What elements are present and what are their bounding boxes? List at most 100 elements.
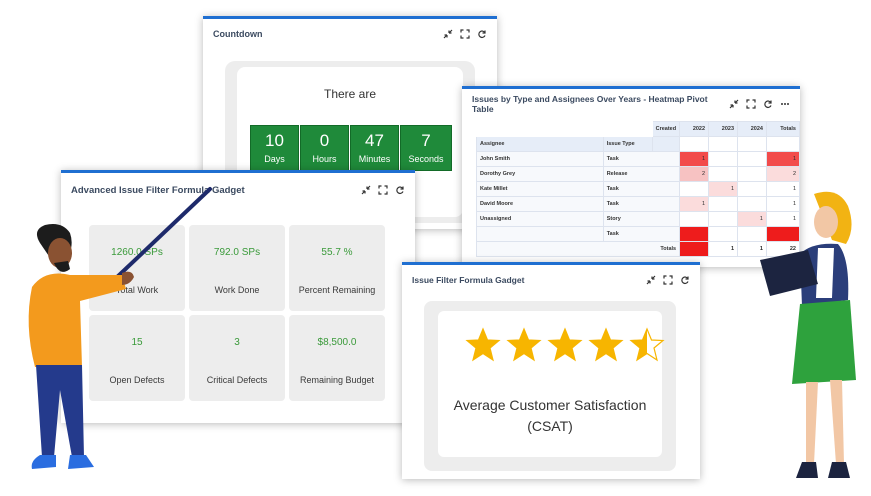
man-shoe-right	[68, 455, 94, 469]
total-cell: 2	[765, 166, 801, 182]
gadget-title: Countdown	[213, 29, 263, 39]
issue-type-header: Issue Type	[602, 136, 653, 152]
metric-tile-percent-remaining: 55.7 % Percent Remaining	[289, 225, 385, 311]
heat-cell: 2	[679, 166, 710, 182]
heat-cell	[679, 181, 710, 197]
csat-panel: Average Customer Satisfaction (CSAT)	[424, 301, 676, 471]
collapse-icon[interactable]	[361, 185, 371, 195]
seconds-label: Seconds	[408, 154, 444, 164]
table-header-row: Created 2022 2023 2024 Totals	[476, 121, 801, 137]
woman-shirt	[816, 248, 834, 298]
assignee-header: Assignee	[476, 136, 604, 152]
assignee-cell	[476, 226, 604, 242]
issue-type-cell: Task	[602, 151, 681, 167]
heat-cell	[737, 151, 767, 167]
countdown-intro: There are	[323, 87, 377, 101]
metric-value: $8,500.0	[317, 337, 357, 348]
issue-type-cell: Task	[602, 181, 681, 197]
column-header-2023: 2023	[708, 121, 739, 137]
csat-label: Average Customer Satisfaction (CSAT)	[453, 397, 647, 434]
metric-value: 55.7 %	[321, 247, 353, 258]
man-shoe-left	[31, 455, 56, 469]
star-rating	[464, 327, 666, 363]
heat-cell	[708, 166, 739, 182]
seconds-value: 7	[421, 131, 431, 150]
star-icon	[464, 327, 502, 363]
assignee-cell: Unassigned	[476, 211, 604, 227]
countdown-seconds: 7 Seconds	[400, 125, 452, 171]
refresh-icon[interactable]	[477, 29, 487, 39]
fullscreen-icon[interactable]	[460, 29, 470, 39]
issue-type-cell: Task	[602, 196, 681, 212]
heat-cell	[737, 166, 767, 182]
hours-label: Hours	[312, 154, 337, 164]
table-row: John Smith Task 1 1	[476, 151, 801, 167]
hours-value: 0	[319, 131, 330, 150]
collapse-icon[interactable]	[646, 275, 656, 285]
woman-shoe-right	[828, 462, 850, 478]
fullscreen-icon[interactable]	[663, 275, 673, 285]
totals-label: Totals	[475, 241, 681, 257]
column-header-2024: 2024	[737, 121, 767, 137]
days-label: Days	[264, 154, 285, 164]
star-icon	[546, 327, 584, 363]
heat-cell	[708, 196, 739, 212]
star-icon	[628, 327, 666, 363]
countdown-minutes: 47 Minutes	[350, 125, 399, 171]
total-cell	[679, 241, 710, 257]
woman-leg-right	[830, 380, 844, 464]
created-header: Created	[651, 121, 681, 137]
total-cell: 1	[708, 241, 739, 257]
issue-type-cell: Release	[602, 166, 681, 182]
fullscreen-icon[interactable]	[746, 99, 756, 109]
star-icon	[505, 327, 543, 363]
presenter-man-illustration	[28, 187, 212, 469]
assignee-cell: David Moore	[476, 196, 604, 212]
refresh-icon[interactable]	[763, 99, 773, 109]
gadget-header: Countdown	[203, 19, 497, 49]
issue-type-cell: Task	[602, 226, 681, 242]
woman-shoe-left	[796, 462, 818, 478]
man-shirt	[28, 273, 127, 367]
presenter-woman-illustration	[760, 191, 856, 478]
gadget-header: Issue Filter Formula Gadget	[402, 265, 700, 295]
minutes-label: Minutes	[358, 154, 391, 164]
heat-cell	[708, 226, 739, 242]
issue-type-cell: Story	[602, 211, 681, 227]
days-value: 10	[265, 131, 284, 150]
column-header-totals: Totals	[765, 121, 801, 137]
refresh-icon[interactable]	[680, 275, 690, 285]
heat-cell	[708, 151, 739, 167]
gadget-header: Issues by Type and Assignees Over Years …	[462, 89, 800, 119]
heat-cell: 1	[708, 181, 739, 197]
table-row: Dorothy Grey Release 2 2	[476, 166, 801, 182]
fullscreen-icon[interactable]	[378, 185, 388, 195]
gadget-title: Issue Filter Formula Gadget	[412, 275, 525, 285]
heatmap-gadget: Issues by Type and Assignees Over Years …	[462, 86, 801, 267]
star-icon	[587, 327, 625, 363]
heat-cell: 1	[679, 151, 710, 167]
assignee-cell: John Smith	[476, 151, 604, 167]
minutes-value: 47	[365, 131, 384, 150]
collapse-icon[interactable]	[729, 99, 739, 109]
gadget-title: Issues by Type and Assignees Over Years …	[472, 94, 708, 114]
csat-card: Average Customer Satisfaction (CSAT)	[438, 311, 665, 457]
table-subheader-row: Assignee Issue Type	[476, 136, 801, 152]
refresh-icon[interactable]	[395, 185, 405, 195]
countdown-days: 10 Days	[250, 125, 299, 171]
total-cell: 1	[765, 151, 801, 167]
countdown-hours: 0 Hours	[300, 125, 349, 171]
metric-tile-remaining-budget: $8,500.0 Remaining Budget	[289, 315, 385, 401]
woman-head	[814, 206, 838, 238]
pointer-stick	[113, 187, 212, 281]
man-hand	[122, 271, 134, 285]
assignee-cell: Kate Millet	[476, 181, 604, 197]
man-pants	[36, 365, 84, 457]
heat-cell	[679, 226, 710, 242]
woman-leg-left	[806, 382, 818, 464]
formula-gadget: Issue Filter Formula Gadget Average Cust…	[402, 262, 700, 479]
collapse-icon[interactable]	[443, 29, 453, 39]
assignee-cell: Dorothy Grey	[476, 166, 604, 182]
metric-label: Remaining Budget	[299, 375, 375, 385]
more-icon[interactable]	[780, 99, 790, 109]
